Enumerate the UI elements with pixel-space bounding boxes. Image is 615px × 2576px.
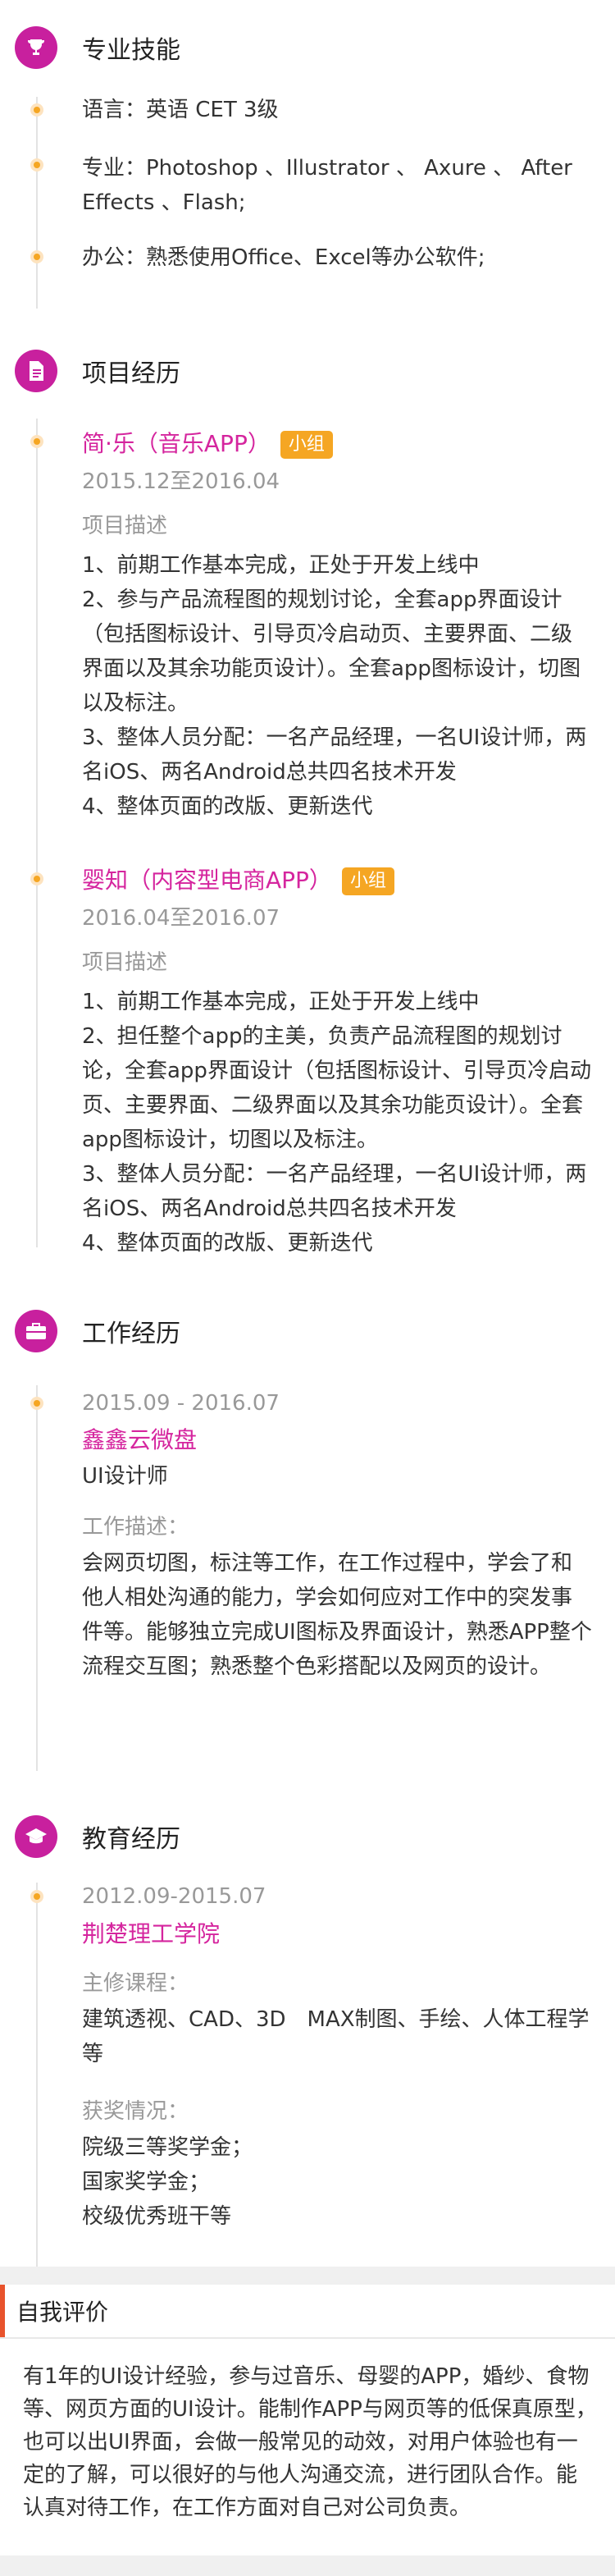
project-title-row: 婴知（内容型电商APP） 小组 xyxy=(82,863,592,898)
project-name: 简·乐（音乐APP） xyxy=(82,430,271,457)
timeline-line xyxy=(36,97,38,309)
timeline-dot xyxy=(30,158,43,172)
school-name: 荆楚理工学院 xyxy=(82,1920,221,1947)
section-title: 工作经历 xyxy=(82,1320,180,1348)
desc-line: 4、整体页面的改版、更新迭代 xyxy=(82,794,373,819)
education-header: 教育经历 xyxy=(15,1814,180,1860)
project-name: 婴知（内容型电商APP） xyxy=(82,867,332,894)
self-eval-title: 自我评价 xyxy=(16,2299,109,2326)
project-desc-label: 项目描述 xyxy=(82,514,168,538)
project-title-row: 简·乐（音乐APP） 小组 xyxy=(82,427,592,461)
timeline-dot xyxy=(30,872,43,885)
team-badge: 小组 xyxy=(341,867,394,895)
desc-line: 1、前期工作基本完成，正处于开发上线中 xyxy=(82,990,480,1014)
award-item: 国家奖学金； xyxy=(82,2170,211,2194)
skill-item: 专业：Photoshop 、Illustrator 、 Axure 、 Afte… xyxy=(82,156,572,215)
job-role: UI设计师 xyxy=(82,1464,168,1489)
timeline-dot xyxy=(30,250,43,263)
section-title: 专业技能 xyxy=(82,36,180,65)
trophy-icon xyxy=(15,26,57,69)
work-date: 2015.09 - 2016.07 xyxy=(82,1391,280,1416)
education-section: 教育经历 2012.09-2015.07 荆楚理工学院 主修课程： 建筑透视、C… xyxy=(0,1773,615,2281)
timeline-dot xyxy=(30,103,43,117)
courses: 建筑透视、CAD、3D MAX制图、手绘、人体工程学等 xyxy=(82,2007,590,2066)
desc-line: 2、参与产品流程图的规划讨论，全套app界面设计（包括图标设计、引导页冷启动页、… xyxy=(82,588,581,716)
skills-header: 专业技能 xyxy=(15,25,180,71)
project-desc-label: 项目描述 xyxy=(82,950,168,975)
courses-label: 主修课程： xyxy=(82,1971,189,1996)
desc-line: 4、整体页面的改版、更新迭代 xyxy=(82,1231,373,1256)
section-divider xyxy=(0,2267,615,2285)
briefcase-icon xyxy=(15,1310,57,1352)
timeline-dot xyxy=(30,1397,43,1410)
desc-line: 3、整体人员分配：一名产品经理，一名UI设计师，两名iOS、两名Android总… xyxy=(82,1162,587,1221)
timeline-line xyxy=(36,419,38,1247)
award-item: 校级优秀班干等 xyxy=(82,2204,232,2229)
team-badge: 小组 xyxy=(280,431,333,459)
timeline-dot xyxy=(30,1890,43,1903)
project-desc: 1、前期工作基本完成，正处于开发上线中 2、担任整个app的主美，负责产品流程图… xyxy=(82,985,592,1261)
desc-line: 1、前期工作基本完成，正处于开发上线中 xyxy=(82,553,480,578)
award-item: 院级三等奖学金； xyxy=(82,2135,253,2160)
edu-date: 2012.09-2015.07 xyxy=(82,1884,266,1909)
timeline-line xyxy=(36,1385,38,1771)
skill-item: 语言：英语 CET 3级 xyxy=(82,98,279,122)
projects-header: 项目经历 xyxy=(15,348,180,394)
graduation-cap-icon xyxy=(15,1815,57,1858)
project-date: 2016.04至2016.07 xyxy=(82,906,280,931)
footer-bar xyxy=(0,2555,615,2576)
work-desc: 会网页切图，标注等工作，在工作过程中，学会了和他人相处沟通的能力，学会如何应对工… xyxy=(82,1551,592,1679)
section-title: 教育经历 xyxy=(82,1825,180,1854)
work-desc-label: 工作描述： xyxy=(82,1515,189,1540)
self-eval-header: 自我评价 xyxy=(0,2285,615,2337)
header-rule xyxy=(0,2337,615,2339)
desc-line: 2、担任整个app的主美，负责产品流程图的规划讨论，全套app界面设计（包括图标… xyxy=(82,1024,591,1152)
company-name: 鑫鑫云微盘 xyxy=(82,1426,198,1453)
skill-item: 办公：熟悉使用Office、Excel等办公软件; xyxy=(82,245,485,270)
awards-label: 获奖情况： xyxy=(82,2099,189,2124)
document-icon xyxy=(15,350,57,392)
skills-section: 专业技能 语言：英语 CET 3级 专业：Photoshop 、Illustra… xyxy=(0,0,615,312)
self-eval-text: 有1年的UI设计经验，参与过音乐、母婴的APP，婚纱、食物等、网页方面的UI设计… xyxy=(23,2364,597,2520)
work-section: 工作经历 2015.09 - 2016.07 鑫鑫云微盘 UI设计师 工作描述：… xyxy=(0,1264,615,1773)
desc-line: 3、整体人员分配：一名产品经理，一名UI设计师，两名iOS、两名Android总… xyxy=(82,725,587,785)
timeline-line xyxy=(36,1883,38,2281)
awards-list: 院级三等奖学金； 国家奖学金； 校级优秀班干等 xyxy=(82,2130,592,2234)
work-header: 工作经历 xyxy=(15,1308,180,1354)
projects-section: 项目经历 简·乐（音乐APP） 小组 2015.12至2016.04 项目描述 1… xyxy=(0,312,615,1264)
section-title: 项目经历 xyxy=(82,359,180,388)
project-desc: 1、前期工作基本完成，正处于开发上线中 2、参与产品流程图的规划讨论，全套app… xyxy=(82,548,592,824)
timeline-dot xyxy=(30,435,43,448)
project-date: 2015.12至2016.04 xyxy=(82,469,280,494)
